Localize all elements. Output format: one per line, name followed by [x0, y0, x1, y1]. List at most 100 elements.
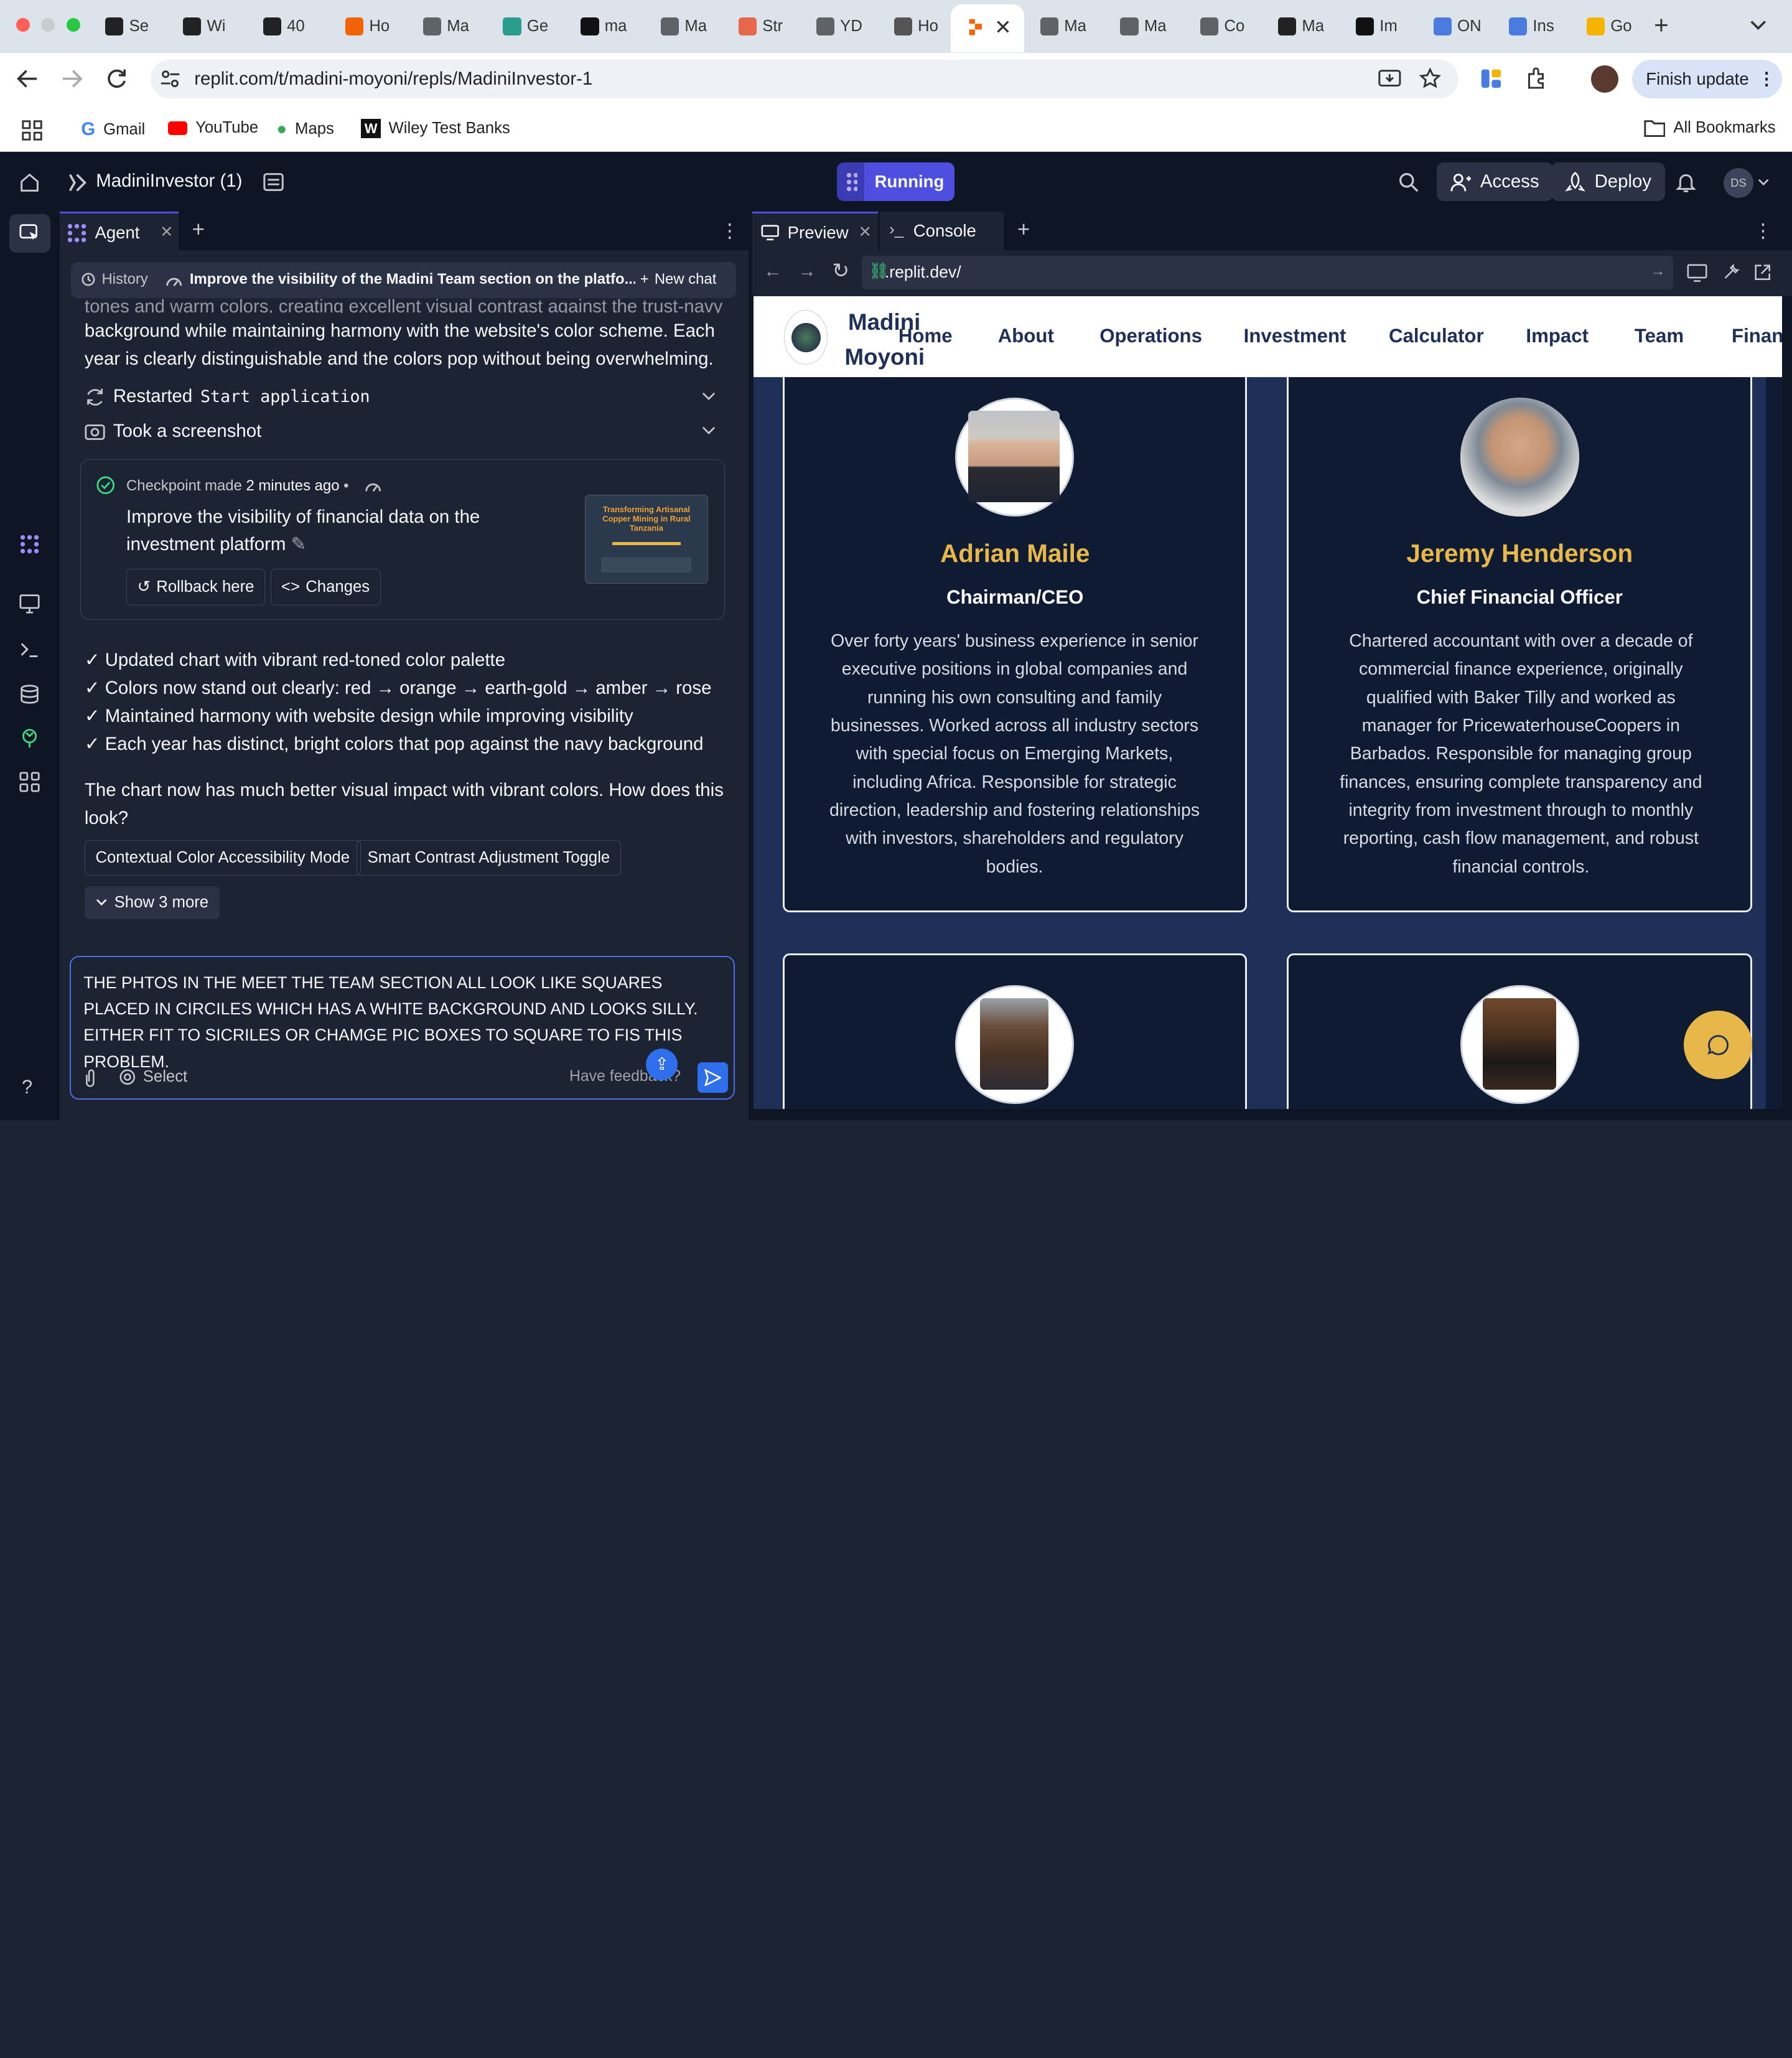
project-name[interactable]: MadiniInvestor (1): [96, 171, 242, 192]
close-tab-icon[interactable]: ✕: [994, 15, 1012, 40]
device-preview-icon[interactable]: [1687, 264, 1707, 283]
browser-tab[interactable]: Wi: [182, 9, 230, 44]
site-info-icon[interactable]: [160, 70, 180, 88]
preview-back-icon[interactable]: ←: [763, 261, 782, 282]
history-button[interactable]: History: [81, 271, 148, 288]
run-status-button[interactable]: Running: [836, 162, 954, 202]
close-tab-icon[interactable]: ✕: [160, 223, 174, 241]
extensions-puzzle-icon[interactable]: [1526, 67, 1549, 90]
forward-arrow-icon[interactable]: [60, 68, 83, 89]
tab-search-chevron-icon[interactable]: [1749, 18, 1767, 32]
chat-widget-button[interactable]: [1683, 1010, 1753, 1080]
panel-menu-icon[interactable]: ⋮: [720, 220, 739, 242]
preview-reload-icon[interactable]: ↻: [832, 258, 849, 283]
browser-tab[interactable]: Ma: [660, 9, 707, 44]
browser-tab[interactable]: ma: [581, 9, 627, 44]
changes-button[interactable]: <> Changes: [270, 568, 381, 606]
select-element-button[interactable]: Select: [119, 1068, 187, 1086]
browser-tab[interactable]: Ma: [422, 9, 470, 44]
suggestion-chip[interactable]: Smart Contrast Adjustment Toggle: [357, 840, 621, 876]
browser-tab[interactable]: Ma: [1277, 9, 1325, 44]
deploy-button[interactable]: Deploy: [1551, 162, 1666, 202]
close-window-button[interactable]: [16, 18, 30, 32]
nav-investment[interactable]: Investment: [1244, 325, 1346, 347]
nav-calculator[interactable]: Calculator: [1389, 325, 1484, 347]
nav-operations[interactable]: Operations: [1099, 325, 1202, 347]
browser-tab[interactable]: Ma: [1120, 9, 1167, 44]
nav-team[interactable]: Team: [1635, 325, 1684, 347]
bookmark-gmail[interactable]: G Gmail: [81, 119, 145, 140]
tab-console[interactable]: ›_ Console: [880, 211, 1004, 251]
browser-tab[interactable]: Ma: [1040, 9, 1087, 44]
tab-agent[interactable]: Agent ✕: [59, 211, 179, 251]
browser-tab[interactable]: Ho: [894, 9, 941, 44]
finish-update-button[interactable]: Finish update ⋮: [1632, 59, 1782, 98]
notifications-bell-icon[interactable]: [1676, 172, 1696, 192]
add-tab-button[interactable]: +: [1017, 217, 1030, 242]
reload-icon[interactable]: [105, 67, 128, 90]
nav-finance[interactable]: Finance: [1732, 325, 1782, 347]
site-scrollbar[interactable]: [1766, 296, 1782, 1109]
close-tab-icon[interactable]: ✕: [859, 223, 872, 241]
attach-paperclip-icon[interactable]: [82, 1068, 98, 1088]
edit-pencil-icon[interactable]: ✎: [291, 534, 307, 554]
agent-logo-icon[interactable]: [19, 534, 40, 554]
minimize-window-button[interactable]: [41, 18, 55, 32]
open-new-window-icon[interactable]: [1753, 263, 1771, 281]
tab-preview[interactable]: Preview ✕: [752, 211, 878, 251]
console-prompt-icon[interactable]: [19, 639, 40, 660]
bookmark-maps[interactable]: ● Maps: [277, 119, 334, 139]
user-avatar[interactable]: DS: [1724, 168, 1753, 198]
preview-monitor-icon[interactable]: [19, 593, 40, 614]
nav-home[interactable]: Home: [898, 325, 953, 347]
browser-tab[interactable]: Ho: [345, 9, 392, 44]
extension-icon[interactable]: [1480, 67, 1503, 90]
go-arrow-icon[interactable]: →: [1651, 263, 1666, 280]
chat-title[interactable]: Improve the visibility of the Madini Tea…: [190, 271, 635, 288]
back-arrow-icon[interactable]: [16, 68, 39, 89]
deployments-icon[interactable]: [19, 728, 40, 749]
send-button[interactable]: [697, 1062, 729, 1093]
help-icon[interactable]: ?: [22, 1076, 32, 1098]
suggestion-chip[interactable]: Contextual Color Accessibility Mode: [84, 840, 361, 876]
bookmark-youtube[interactable]: YouTube: [168, 119, 258, 137]
browser-tab[interactable]: Co: [1200, 9, 1247, 44]
action-restarted[interactable]: Restarted Start application: [85, 383, 725, 410]
chat-input-text[interactable]: THE PHTOS IN THE MEET THE TEAM SECTION A…: [83, 970, 730, 1075]
chevron-down-icon[interactable]: [1758, 179, 1769, 188]
access-button[interactable]: Access: [1437, 162, 1553, 202]
nav-impact[interactable]: Impact: [1526, 325, 1589, 347]
url-text[interactable]: replit.com/t/madini-moyoni/repls/MadiniI…: [194, 68, 592, 90]
install-app-icon[interactable]: [1378, 68, 1401, 89]
database-icon[interactable]: [19, 684, 40, 704]
browser-tab[interactable]: Go: [1586, 9, 1633, 44]
all-bookmarks-button[interactable]: All Bookmarks: [1643, 119, 1776, 138]
browser-tab[interactable]: 40: [263, 9, 310, 44]
maximize-window-button[interactable]: [66, 18, 80, 32]
workspace-layout-icon[interactable]: [263, 172, 284, 192]
panel-menu-icon[interactable]: ⋮: [1753, 220, 1773, 242]
bookmark-wiley[interactable]: W Wiley Test Banks: [361, 119, 510, 139]
devtools-wrench-icon[interactable]: [1722, 263, 1740, 281]
all-tools-grid-icon[interactable]: [19, 772, 40, 792]
bookmark-star-icon[interactable]: [1419, 67, 1442, 90]
checkpoint-thumbnail[interactable]: Transforming Artisanal Copper Mining in …: [584, 494, 709, 584]
add-tab-button[interactable]: +: [192, 217, 205, 242]
rollback-button[interactable]: ↺ Rollback here: [126, 568, 265, 606]
active-browser-tab[interactable]: ✕: [951, 4, 1024, 53]
browser-tab[interactable]: Im: [1355, 9, 1402, 44]
browser-tab[interactable]: Se: [105, 9, 152, 44]
apps-grid-icon[interactable]: [22, 120, 42, 141]
nav-about[interactable]: About: [998, 325, 1054, 347]
browser-tab[interactable]: YD: [816, 9, 863, 44]
chat-input-box[interactable]: THE PHTOS IN THE MEET THE TEAM SECTION A…: [70, 955, 735, 1100]
agent-tool-button[interactable]: [9, 213, 50, 253]
preview-url-field[interactable]: ⛓ .replit.dev/ →: [862, 256, 1674, 289]
action-screenshot[interactable]: Took a screenshot: [85, 418, 725, 445]
address-bar[interactable]: replit.com/t/madini-moyoni/repls/MadiniI…: [151, 59, 1458, 98]
browser-tab[interactable]: Ins: [1508, 9, 1556, 44]
new-tab-button[interactable]: +: [1654, 11, 1669, 40]
show-more-button[interactable]: Show 3 more: [84, 886, 220, 919]
browser-tab[interactable]: Str: [738, 9, 785, 44]
search-icon[interactable]: [1398, 172, 1419, 192]
